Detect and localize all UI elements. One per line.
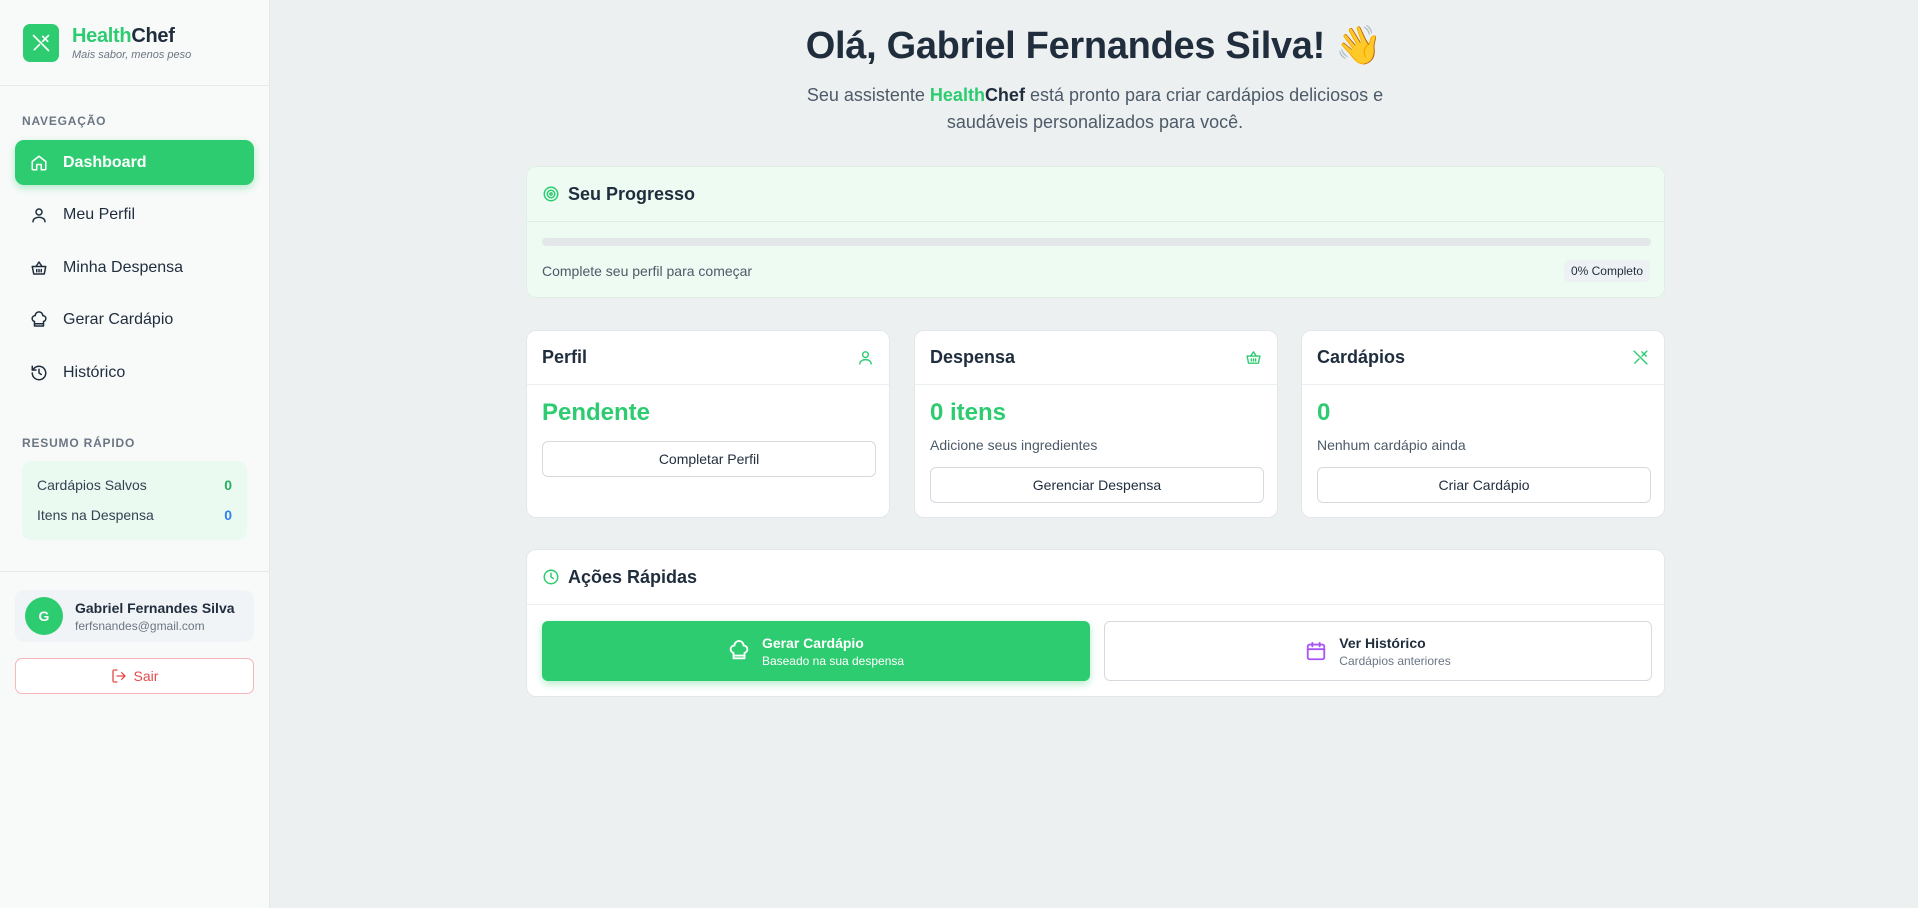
card-value: 0	[1317, 399, 1331, 426]
pantry-card: Despensa 0 itens Adicione seus ingredien…	[914, 330, 1278, 518]
logout-icon	[111, 669, 126, 683]
brand[interactable]: HealthChef Mais sabor, menos peso	[0, 0, 269, 86]
card-title: Despensa	[930, 347, 1016, 367]
chef-hat-icon	[729, 640, 749, 660]
logout-button[interactable]: Sair	[15, 658, 254, 694]
user-icon	[32, 208, 46, 223]
card-title: Perfil	[542, 347, 588, 367]
utensils-icon	[1633, 350, 1648, 365]
sidebar-item-history[interactable]: Histórico	[15, 350, 254, 395]
sidebar-item-label: Minha Despensa	[63, 258, 184, 276]
brand-name: HealthChef	[72, 24, 175, 47]
page-title: Olá, Gabriel Fernandes Silva! 👋	[805, 25, 1383, 67]
user-card[interactable]: G Gabriel Fernandes Silva ferfsnandes@gm…	[15, 590, 254, 642]
action-subtitle: Baseado na sua despensa	[761, 653, 905, 668]
logout-label: Sair	[133, 668, 159, 684]
sidebar-divider	[0, 571, 270, 572]
brand-tagline: Mais sabor, menos peso	[72, 48, 192, 61]
manage-pantry-button[interactable]: Gerenciar Despensa	[930, 467, 1264, 503]
avatar: G	[25, 597, 63, 635]
sidebar-item-label: Dashboard	[63, 153, 147, 171]
summary-row-saved-menus: Cardápios Salvos 0	[37, 470, 232, 500]
progress-bar	[542, 238, 1651, 246]
user-name: Gabriel Fernandes Silva	[75, 599, 235, 616]
sidebar-item-label: Gerar Cardápio	[63, 311, 174, 328]
chef-hat-icon	[31, 311, 47, 327]
user-icon	[859, 351, 872, 365]
progress-card: Seu Progresso Complete seu perfil para c…	[526, 166, 1665, 298]
summary-section-label: RESUMO RÁPIDO	[22, 436, 136, 450]
progress-title: Seu Progresso	[568, 183, 696, 204]
complete-profile-button[interactable]: Completar Perfil	[542, 441, 876, 477]
profile-card: Perfil Pendente Completar Perfil	[526, 330, 890, 518]
card-value: Pendente	[542, 399, 651, 426]
quick-summary: Cardápios Salvos 0 Itens na Despensa 0	[22, 461, 247, 540]
view-history-button[interactable]: Ver Histórico Cardápios anteriores	[1104, 621, 1652, 681]
history-icon	[31, 365, 47, 380]
sidebar-item-pantry[interactable]: Minha Despensa	[15, 245, 254, 290]
home-icon	[31, 155, 47, 170]
quick-actions-title: Ações Rápidas	[568, 566, 698, 587]
summary-label: Cardápios Salvos	[37, 477, 147, 493]
clock-icon	[543, 569, 559, 585]
sidebar-item-dashboard[interactable]: Dashboard	[15, 140, 254, 185]
sidebar-item-label: Meu Perfil	[63, 206, 136, 223]
summary-label: Itens na Despensa	[37, 507, 154, 523]
progress-text: Complete seu perfil para começar	[542, 263, 753, 279]
card-description: Adicione seus ingredientes	[930, 437, 1098, 453]
sidebar-item-label: Histórico	[63, 363, 126, 381]
intro-text: Seu assistente HealthChef está pronto pa…	[806, 85, 1384, 132]
summary-value: 0	[224, 477, 232, 493]
basket-icon	[31, 260, 47, 275]
card-description: Nenhum cardápio ainda	[1317, 437, 1466, 453]
user-email: ferfsnandes@gmail.com	[75, 618, 205, 633]
sidebar-nav: Dashboard Meu Perfil Minha Despensa Gera…	[15, 140, 254, 403]
card-value: 0 itens	[930, 399, 1007, 426]
menus-card: Cardápios 0 Nenhum cardápio ainda Criar …	[1301, 330, 1665, 518]
action-title: Gerar Cardápio	[761, 634, 864, 651]
nav-section-label: NAVEGAÇÃO	[22, 114, 107, 128]
progress-badge: 0% Completo	[1563, 260, 1650, 282]
target-icon	[543, 186, 559, 202]
summary-row-pantry-items: Itens na Despensa 0	[37, 500, 232, 530]
action-title: Ver Histórico	[1339, 634, 1426, 651]
sidebar-item-generate-menu[interactable]: Gerar Cardápio	[15, 298, 254, 343]
summary-value: 0	[224, 507, 232, 523]
create-menu-button[interactable]: Criar Cardápio	[1317, 467, 1651, 503]
sidebar-item-profile[interactable]: Meu Perfil	[15, 193, 254, 238]
action-subtitle: Cardápios anteriores	[1339, 653, 1451, 668]
generate-menu-button[interactable]: Gerar Cardápio Baseado na sua despensa	[542, 621, 1090, 681]
basket-icon	[1246, 351, 1261, 364]
sidebar: HealthChef Mais sabor, menos peso NAVEGA…	[0, 0, 270, 908]
quick-actions-card: Ações Rápidas Gerar Cardápio Baseado na …	[526, 549, 1665, 697]
calendar-icon	[1307, 641, 1326, 661]
card-title: Cardápios	[1317, 347, 1406, 367]
utensils-icon	[23, 23, 59, 62]
